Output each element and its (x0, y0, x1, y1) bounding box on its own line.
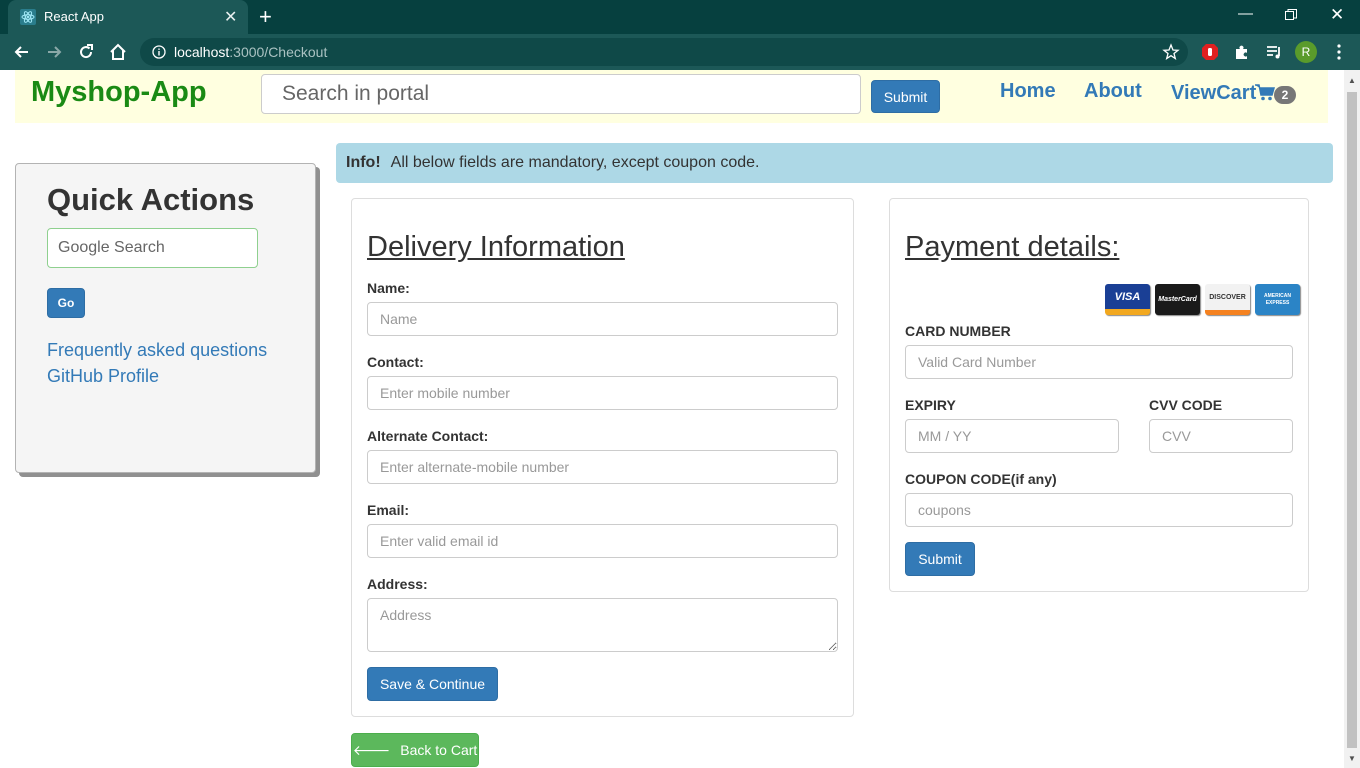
nav-viewcart-link[interactable]: ViewCart (1171, 82, 1256, 105)
home-icon[interactable] (108, 42, 128, 62)
info-icon[interactable] (152, 45, 166, 59)
github-profile-link[interactable]: GitHub Profile (47, 366, 159, 387)
url-path: :3000/Checkout (229, 44, 328, 60)
alternate-contact-label: Alternate Contact: (367, 428, 489, 444)
go-button[interactable]: Go (47, 288, 85, 318)
page-scrollbar[interactable]: ▲ ▼ (1344, 70, 1360, 768)
new-tab-icon[interactable]: + (259, 4, 272, 30)
contact-input[interactable] (367, 376, 838, 410)
portal-search-input[interactable] (261, 74, 861, 114)
address-label: Address: (367, 576, 428, 592)
browser-tabbar: React App ✕ + — ✕ (0, 0, 1360, 34)
expiry-label: EXPIRY (905, 397, 956, 413)
scrollbar-thumb[interactable] (1347, 92, 1357, 748)
scroll-up-icon[interactable]: ▲ (1348, 76, 1356, 85)
delivery-panel: Delivery Information Name: Contact: Alte… (351, 198, 854, 717)
bookmark-star-icon[interactable] (1162, 43, 1180, 61)
info-alert: Info! All below fields are mandatory, exc… (336, 143, 1333, 183)
extensions-puzzle-icon[interactable] (1233, 43, 1251, 61)
cart-count-badge: 2 (1274, 86, 1296, 104)
shopping-cart-icon[interactable] (1255, 82, 1275, 102)
reload-icon[interactable] (76, 42, 96, 62)
url-text: localhost:3000/Checkout (174, 44, 327, 60)
contact-label: Contact: (367, 354, 424, 370)
discover-logo: DISCOVER (1205, 284, 1250, 315)
name-label: Name: (367, 280, 410, 296)
scroll-down-icon[interactable]: ▼ (1348, 754, 1356, 763)
tab-close-icon[interactable]: ✕ (224, 7, 237, 27)
cvv-input[interactable] (1149, 419, 1293, 453)
delivery-title: Delivery Information (367, 231, 625, 263)
payment-title: Payment details: (905, 231, 1120, 263)
card-number-input[interactable] (905, 345, 1293, 379)
minimize-icon[interactable]: — (1238, 5, 1253, 22)
expiry-input[interactable] (905, 419, 1119, 453)
forward-icon[interactable] (44, 42, 64, 62)
restore-icon[interactable] (1285, 9, 1297, 21)
address-bar[interactable]: localhost:3000/Checkout (140, 38, 1188, 66)
alert-strong: Info! (346, 154, 381, 171)
alternate-contact-input[interactable] (367, 450, 838, 484)
close-window-icon[interactable]: ✕ (1330, 5, 1344, 25)
profile-avatar[interactable]: R (1295, 41, 1317, 63)
mastercard-logo: MasterCard (1155, 284, 1200, 315)
address-textarea[interactable] (367, 598, 838, 652)
coupon-input[interactable] (905, 493, 1293, 527)
media-queue-icon[interactable] (1265, 43, 1283, 61)
card-logos: VISA MasterCard DISCOVER AMERICAN EXPRES… (1105, 284, 1303, 316)
cvv-label: CVV CODE (1149, 397, 1223, 413)
adblock-extension-icon[interactable] (1201, 43, 1219, 61)
quick-actions-panel: Quick Actions Go Frequently asked questi… (15, 163, 316, 473)
arrow-left-icon: 🡐 (352, 741, 391, 758)
back-icon[interactable] (12, 42, 32, 62)
visa-logo: VISA (1105, 284, 1150, 315)
save-continue-button[interactable]: Save & Continue (367, 667, 498, 701)
url-host: localhost (174, 44, 230, 60)
payment-panel: Payment details: VISA MasterCard DISCOVE… (889, 198, 1309, 592)
back-to-cart-label: Back to Cart (400, 741, 478, 758)
email-input[interactable] (367, 524, 838, 558)
nav-home-link[interactable]: Home (1000, 80, 1056, 103)
tab-title: React App (44, 9, 104, 24)
search-submit-button[interactable]: Submit (871, 80, 940, 113)
name-input[interactable] (367, 302, 838, 336)
coupon-label: COUPON CODE(if any) (905, 471, 1057, 487)
browser-toolbar: localhost:3000/Checkout (0, 34, 1360, 70)
back-to-cart-button[interactable]: 🡐 Back to Cart (351, 733, 479, 767)
menu-kebab-icon[interactable] (1330, 43, 1348, 61)
amex-logo: AMERICAN EXPRESS (1255, 284, 1300, 315)
quick-actions-title: Quick Actions (47, 182, 255, 217)
card-number-label: CARD NUMBER (905, 323, 1011, 339)
payment-submit-button[interactable]: Submit (905, 542, 975, 576)
email-label: Email: (367, 502, 410, 518)
app-header: Myshop-App Submit Home About ViewCart 2 (15, 70, 1328, 123)
nav-about-link[interactable]: About (1084, 80, 1142, 103)
browser-tab[interactable]: React App ✕ (8, 0, 248, 34)
brand-logo[interactable]: Myshop-App (31, 76, 207, 109)
google-search-input[interactable] (47, 228, 258, 268)
page-content: Myshop-App Submit Home About ViewCart 2 … (0, 70, 1344, 768)
react-icon (20, 9, 36, 25)
alert-text: All below fields are mandatory, except c… (390, 154, 760, 171)
faq-link[interactable]: Frequently asked questions (47, 340, 267, 361)
